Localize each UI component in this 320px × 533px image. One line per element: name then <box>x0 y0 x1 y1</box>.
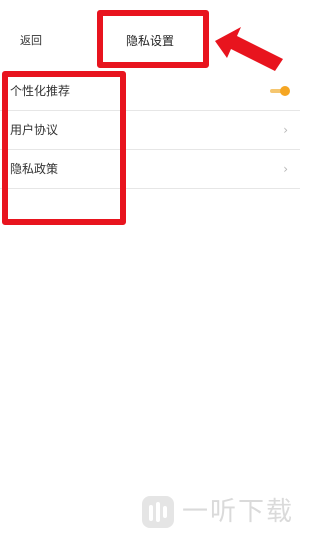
arrow-annotation-icon <box>215 27 283 71</box>
watermark-text: 一听下载 <box>182 497 295 527</box>
toggle-knob <box>280 86 290 96</box>
list-highlight-box <box>2 71 126 225</box>
chevron-right-icon: › <box>283 162 288 176</box>
title-highlight-box <box>97 10 209 68</box>
back-button[interactable]: 返回 <box>20 34 42 48</box>
chevron-right-icon: › <box>283 123 288 137</box>
personalized-recommendation-toggle[interactable] <box>270 86 290 96</box>
watermark-logo-icon <box>142 496 174 528</box>
watermark: 一听下载 <box>140 494 300 530</box>
